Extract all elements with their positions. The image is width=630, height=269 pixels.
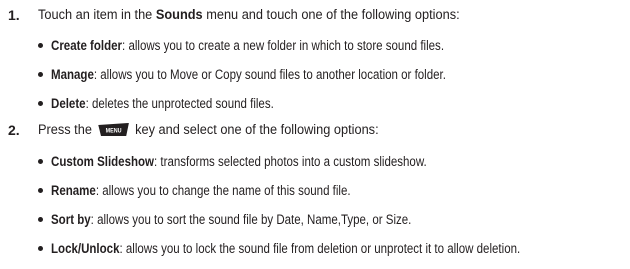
option-description: : allows you to Move or Copy sound files… (93, 66, 446, 82)
option-description: : allows you to create a new folder in w… (122, 37, 445, 53)
option-item-custom-slideshow: Custom Slideshow: transforms selected ph… (38, 151, 488, 171)
option-item-create-folder: Create folder: allows you to create a ne… (38, 35, 508, 55)
bullet-icon (38, 100, 43, 106)
bullet-icon (38, 216, 43, 222)
instruction-text: Press the (38, 122, 92, 138)
bullet-icon (38, 71, 43, 77)
option-term: Lock/Unlock (51, 240, 120, 256)
option-item-delete: Delete: deletes the unprotected sound fi… (38, 93, 310, 113)
option-description: : allows you to lock the sound file from… (119, 240, 521, 256)
option-description: : allows you to change the name of this … (95, 182, 351, 198)
option-term: Sort by (51, 211, 91, 227)
step-number: 2. (8, 122, 20, 138)
bullet-icon (38, 158, 43, 164)
option-item-manage: Manage: allows you to Move or Copy sound… (38, 64, 510, 84)
option-term: Create folder (51, 37, 123, 53)
menu-key-label: MENU (106, 129, 122, 135)
option-item-sort-by: Sort by: allows you to sort the sound fi… (38, 209, 470, 229)
option-term: Delete (51, 95, 86, 111)
option-item-lock-unlock: Lock/Unlock: allows you to lock the soun… (38, 238, 597, 258)
bullet-icon (38, 187, 43, 193)
step-instruction: Touch an item in the Sounds menu and tou… (38, 7, 460, 23)
step-number: 1. (8, 7, 20, 23)
step-2: 2. Press the MENU key and select one of th… (8, 119, 416, 141)
option-description: : transforms selected photos into a cust… (154, 153, 427, 169)
option-term: Rename (51, 182, 96, 198)
step-instruction: Press the MENU key and select one of the f… (38, 122, 379, 138)
instruction-text: key and select one of the following opti… (135, 122, 379, 138)
manual-page: 1. Touch an item in the Sounds menu and … (0, 0, 630, 269)
instruction-text: Touch an item in the (38, 7, 156, 23)
option-description: : deletes the unprotected sound files. (85, 95, 274, 111)
bullet-icon (38, 42, 43, 48)
instruction-text: menu and touch one of the following opti… (202, 7, 460, 23)
sounds-menu-label: Sounds (155, 7, 203, 23)
option-term: Custom Slideshow (51, 153, 155, 169)
option-item-rename: Rename: allows you to change the name of… (38, 180, 399, 200)
bullet-icon (38, 245, 43, 251)
menu-key-icon: MENU (97, 123, 129, 137)
option-term: Manage (51, 66, 94, 82)
step-1: 1. Touch an item in the Sounds menu and … (8, 4, 506, 26)
option-description: : allows you to sort the sound file by D… (90, 211, 412, 227)
